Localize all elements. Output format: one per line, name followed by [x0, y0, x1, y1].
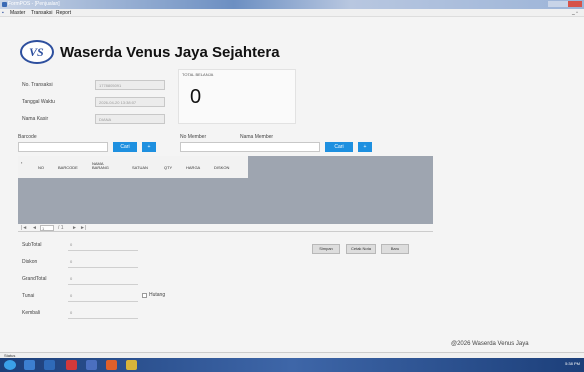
tanggal-field[interactable]: 2026-04-20 13:38:07: [95, 97, 165, 107]
kembali-value: 0: [70, 310, 73, 315]
diskon-underline: [68, 267, 138, 268]
cetak-nota-button[interactable]: Cetak Nota: [346, 244, 376, 254]
taskbar: 5:38 PM: [0, 358, 584, 372]
grid-header: ▪ NO BARCODE NAMA BARANG SATUAN QTY HARG…: [18, 156, 248, 178]
taskbar-app-icon[interactable]: [66, 360, 77, 370]
subtotal-label: SubTotal: [22, 242, 42, 248]
diskon-label: Diskon: [22, 259, 38, 265]
baru-button[interactable]: Baru: [381, 244, 409, 254]
maximize-button[interactable]: [558, 1, 568, 7]
company-name: Waserda Venus Jaya Sejahtera: [60, 44, 280, 61]
restore-icon[interactable]: _ ▫: [572, 10, 578, 16]
taskbar-media-icon[interactable]: [44, 360, 55, 370]
column-barcode[interactable]: BARCODE: [58, 165, 78, 170]
menu-bar: ▪ Master Transaksi Report _ ▫: [0, 9, 584, 17]
taskbar-chrome-icon[interactable]: [106, 360, 117, 370]
nama-member-label: Nama Member: [240, 134, 274, 140]
column-no[interactable]: NO: [38, 165, 44, 170]
hutang-label: Hutang: [149, 292, 166, 298]
app-icon: [2, 2, 7, 7]
taskbar-explorer-icon[interactable]: [24, 360, 35, 370]
minimize-button[interactable]: [548, 1, 558, 7]
page-count-label: / 1: [58, 225, 64, 231]
grid-pager: |◄ ◄ 1 / 1 ► ►|: [18, 224, 433, 232]
grid-row-selector-icon: ▪: [21, 160, 23, 165]
first-page-button[interactable]: |◄: [21, 225, 27, 231]
start-button-icon[interactable]: [4, 360, 16, 370]
footer-copyright: @2026 Waserda Venus Jaya: [451, 341, 529, 347]
taskbar-vs-icon[interactable]: [86, 360, 97, 370]
subtotal-value: 0: [70, 242, 73, 247]
total-label: TOTAL BELANJA: [182, 72, 214, 77]
tunai-underline: [68, 301, 138, 302]
column-satuan[interactable]: SATUAN: [132, 165, 148, 170]
barcode-input[interactable]: [18, 142, 108, 152]
grandtotal-value: 0: [70, 276, 73, 281]
column-diskon[interactable]: DISKON: [214, 165, 229, 170]
barcode-search-button[interactable]: Cari: [113, 142, 137, 152]
column-nama-barang[interactable]: NAMA BARANG: [92, 162, 112, 170]
prev-page-button[interactable]: ◄: [32, 225, 37, 231]
close-button[interactable]: [568, 1, 582, 7]
diskon-value[interactable]: 0: [70, 259, 72, 264]
logo-text: VS: [29, 45, 44, 59]
hutang-checkbox[interactable]: [142, 293, 147, 298]
column-qty[interactable]: QTY: [164, 165, 172, 170]
tunai-label: Tunai: [22, 293, 35, 299]
taskbar-clock: 5:38 PM: [565, 361, 580, 366]
page-number-input[interactable]: 1: [40, 225, 54, 231]
no-transaksi-label: No. Transaksi: [22, 82, 53, 88]
total-value: 0: [190, 86, 202, 108]
simpan-button[interactable]: Simpan: [312, 244, 340, 254]
kembali-label: Kembali: [22, 310, 41, 316]
kasir-label: Nama Kasir: [22, 116, 49, 122]
menu-app-icon: ▪: [2, 10, 4, 16]
taskbar-folder-icon[interactable]: [126, 360, 137, 370]
next-page-button[interactable]: ►: [72, 225, 77, 231]
member-search-button[interactable]: Cari: [325, 142, 353, 152]
company-logo: VS: [20, 40, 54, 64]
tunai-value[interactable]: 0: [70, 293, 72, 298]
grandtotal-underline: [68, 284, 138, 285]
tanggal-label: Tanggal Waktu: [22, 99, 55, 105]
barcode-add-button[interactable]: +: [142, 142, 156, 152]
no-transaksi-field[interactable]: 1778805091: [95, 80, 165, 90]
kasir-field[interactable]: DIANA: [95, 114, 165, 124]
menu-item-transaksi[interactable]: Transaksi: [31, 10, 53, 16]
menu-item-report[interactable]: Report: [56, 10, 71, 16]
grandtotal-label: GrandTotal: [22, 276, 47, 282]
no-member-label: No Member: [180, 134, 207, 140]
barcode-label: Barcode: [18, 134, 37, 140]
window-title: FormPOS - [Penjualan]: [8, 1, 60, 7]
member-input[interactable]: [180, 142, 320, 152]
kembali-underline: [68, 318, 138, 319]
member-add-button[interactable]: +: [358, 142, 372, 152]
column-harga[interactable]: HARGA: [186, 165, 200, 170]
last-page-button[interactable]: ►|: [80, 225, 86, 231]
subtotal-underline: [68, 250, 138, 251]
window-title-bar: FormPOS - [Penjualan]: [0, 0, 584, 9]
menu-item-master[interactable]: Master: [10, 10, 25, 16]
